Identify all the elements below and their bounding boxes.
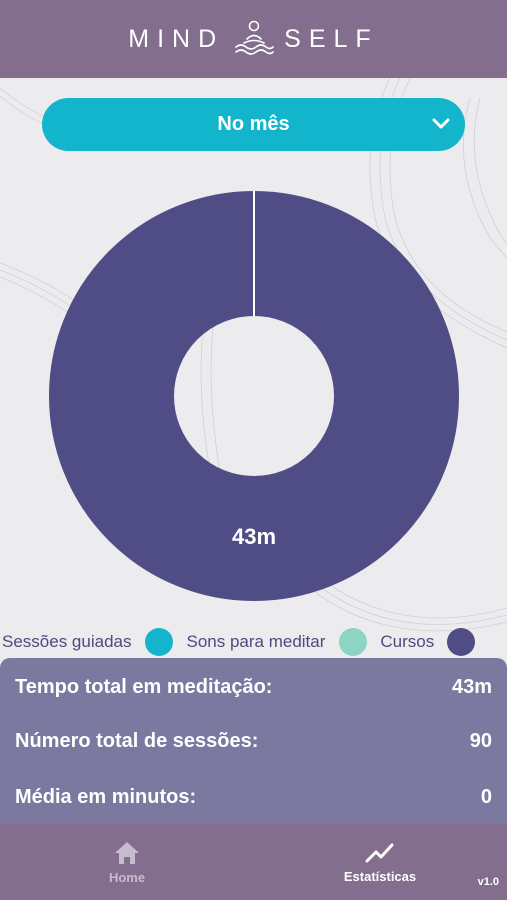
stat-total-time: Tempo total em meditação: 43m xyxy=(15,672,492,702)
legend-label-guided: Sessões guiadas xyxy=(2,632,132,651)
legend-label-courses: Cursos xyxy=(380,632,435,651)
trending-up-icon xyxy=(365,843,394,862)
stat-label: Tempo total em meditação: xyxy=(15,675,273,698)
chart-legend: Sessões guiadas Sons para meditar Cursos xyxy=(0,626,507,658)
stat-average-minutes: Média em minutos: 0 xyxy=(15,782,492,812)
stat-value: 43m xyxy=(451,675,492,698)
legend-dot-guided xyxy=(145,628,174,656)
stat-value: 0 xyxy=(480,785,492,808)
donut-data-label: 43m xyxy=(232,524,276,549)
app-version: v1.0 xyxy=(477,876,499,888)
nav-statistics[interactable]: Estatísticas xyxy=(328,824,432,900)
nav-statistics-label: Estatísticas xyxy=(343,868,417,884)
nav-home[interactable]: Home xyxy=(85,824,169,900)
legend-label-sounds: Sons para meditar xyxy=(186,632,326,651)
bottom-navigation: Home Estatísticas v1.0 xyxy=(0,824,507,900)
stat-total-sessions: Número total de sessões: 90 xyxy=(15,726,492,756)
stat-label: Número total de sessões: xyxy=(15,729,259,752)
home-icon xyxy=(115,841,139,864)
stat-value: 90 xyxy=(469,729,492,752)
meditation-donut-chart: 43m xyxy=(49,191,459,601)
nav-home-label: Home xyxy=(108,869,146,885)
stat-label: Média em minutos: xyxy=(15,785,197,808)
legend-dot-courses xyxy=(447,628,476,656)
legend-dot-sounds xyxy=(339,628,368,656)
stats-panel: Tempo total em meditação: 43m Número tot… xyxy=(0,658,507,824)
